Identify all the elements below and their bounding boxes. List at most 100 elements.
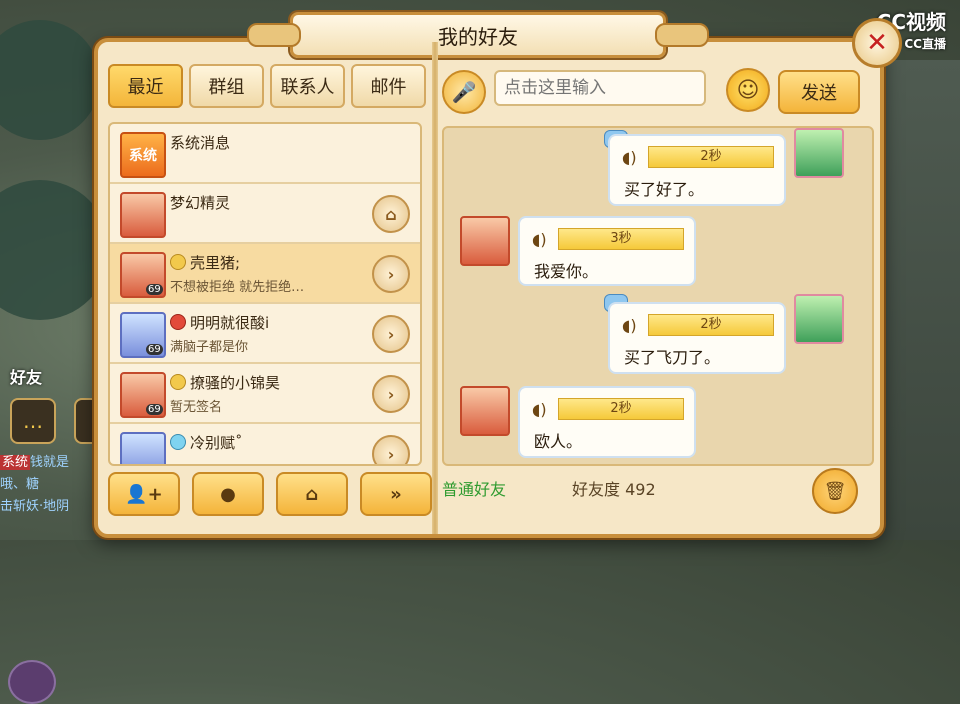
contact-item-selected[interactable]: 69 壳里猪; 不想被拒绝 就先拒绝… › [110, 244, 420, 304]
home-button[interactable]: ⌂ [276, 472, 348, 516]
chat-line: 钱就是 [30, 455, 70, 470]
home-icon: ⌂ [305, 483, 319, 505]
emoji-button[interactable]: ☺ [726, 68, 770, 112]
add-friend-button[interactable]: 👤+ [108, 472, 180, 516]
voice-wave-icon: ◖) [622, 316, 637, 335]
close-button[interactable]: ✕ [852, 18, 902, 68]
chat-pane: 🎤 ☺ 发送 ◖) 2秒 买了好了。 ◖) 3秒 我爱你。 [442, 64, 874, 524]
chevron-right-icon: › [387, 264, 395, 284]
contact-item-system[interactable]: 系统 系统消息 [110, 124, 420, 184]
contact-signature: 满脑子都是你 [170, 340, 249, 355]
guild-emblem-icon [170, 254, 186, 270]
level-badge: 69 [146, 344, 163, 355]
contact-name: 撩骚的小锦昊 [170, 372, 280, 393]
level-badge: 69 [146, 404, 163, 415]
friend-type-label: 普通好友 [442, 480, 507, 499]
voice-wave-icon: ◖) [622, 148, 637, 167]
dialog-title-text: 我的好友 [438, 24, 518, 49]
contacts-pane: 最近 群组 联系人 邮件 系统 系统消息 梦幻精灵 ⌂ 69 壳里猪; 不想被拒… [108, 64, 432, 524]
voice-message-bubble[interactable]: ◖) 3秒 我爱你。 [518, 216, 696, 286]
contact-item-wizard[interactable]: 梦幻精灵 ⌂ [110, 184, 420, 244]
send-button[interactable]: 发送 [778, 70, 860, 114]
contact-name: 明明就很酸i [170, 312, 269, 333]
tab-contacts[interactable]: 联系人 [270, 64, 345, 108]
level-badge: 69 [146, 284, 163, 295]
message-text: 买了飞刀了。 [624, 348, 721, 367]
avatar[interactable] [794, 128, 844, 178]
profile-button[interactable]: ● [192, 472, 264, 516]
avatar [120, 432, 166, 464]
avatar[interactable] [460, 386, 510, 436]
open-chat-button[interactable]: › [372, 255, 410, 293]
system-avatar: 系统 [120, 132, 166, 178]
contact-name-text: 明明就很酸i [190, 314, 270, 332]
chevron-right-icon: › [387, 384, 395, 404]
contact-name: 系统消息 [170, 134, 231, 152]
chat-message-outgoing: ◖) 2秒 买了好了。 [444, 128, 872, 208]
message-input[interactable] [494, 70, 706, 106]
voice-wave-icon: ◖) [532, 400, 547, 419]
microphone-icon: 🎤 [451, 80, 477, 104]
contact-signature: 不想被拒绝 就先拒绝… [170, 280, 305, 295]
open-chat-button[interactable]: › [372, 315, 410, 353]
voice-message-bubble[interactable]: ◖) 2秒 欧人。 [518, 386, 696, 458]
tab-bar: 最近 群组 联系人 邮件 [108, 64, 426, 108]
dialog-title: 我的好友 [247, 12, 709, 58]
voice-duration: 2秒 [648, 314, 774, 336]
contact-list[interactable]: 系统 系统消息 梦幻精灵 ⌂ 69 壳里猪; 不想被拒绝 就先拒绝… › 69 … [108, 122, 422, 466]
trash-icon: 🗑 [823, 480, 847, 502]
message-text: 买了好了。 [624, 180, 705, 199]
chevron-right-icon: › [387, 444, 395, 464]
home-icon: ⌂ [385, 204, 397, 224]
chat-tag: 系统 [0, 455, 31, 470]
smiley-icon: ☺ [736, 77, 760, 103]
tab-mail[interactable]: 邮件 [351, 64, 426, 108]
friend-hud-label[interactable]: 好友 [10, 364, 42, 388]
tab-groups[interactable]: 群组 [189, 64, 264, 108]
more-button[interactable]: » [360, 472, 432, 516]
voice-message-bubble[interactable]: ◖) 2秒 买了飞刀了。 [608, 302, 786, 374]
contact-name-text: 撩骚的小锦昊 [190, 374, 281, 392]
chat-bubble-icon: ● [220, 483, 236, 505]
contact-name: 冷别赋˚ [170, 432, 243, 453]
guild-emblem-icon [170, 314, 186, 330]
voice-wave-icon: ◖) [532, 230, 547, 249]
chat-message-outgoing: ◖) 2秒 买了飞刀了。 [444, 292, 872, 376]
guild-emblem-icon [170, 434, 186, 450]
home-button[interactable]: ⌂ [372, 195, 410, 233]
contact-name-text: 冷别赋˚ [190, 434, 243, 452]
avatar [120, 192, 166, 238]
chevron-right-icon: › [387, 324, 395, 344]
tab-recent[interactable]: 最近 [108, 64, 183, 108]
friendship-degree: 好友度 492 [572, 476, 656, 500]
guild-emblem-icon [170, 374, 186, 390]
open-chat-button[interactable]: › [372, 435, 410, 464]
close-icon: ✕ [866, 28, 888, 58]
contact-name-text: 壳里猪; [190, 254, 241, 272]
open-chat-button[interactable]: › [372, 375, 410, 413]
friendship-label: 好友度 [572, 480, 621, 499]
message-text: 我爱你。 [534, 262, 599, 281]
avatar[interactable] [794, 294, 844, 344]
friends-dialog: 我的好友 ✕ 最近 群组 联系人 邮件 系统 系统消息 梦幻精灵 ⌂ 69 壳里… [94, 12, 902, 538]
contact-name: 壳里猪; [170, 252, 240, 273]
chat-line: 哦、糖 [0, 477, 40, 492]
avatar[interactable] [460, 216, 510, 266]
background-tree [0, 20, 100, 140]
add-user-icon: 👤+ [125, 483, 163, 505]
contact-item[interactable]: 69 明明就很酸i 满脑子都是你 › [110, 304, 420, 364]
contact-item[interactable]: 冷别赋˚ › [110, 424, 420, 464]
voice-input-button[interactable]: 🎤 [442, 70, 486, 114]
friend-hud-avatar[interactable] [8, 660, 56, 704]
chat-bubble-icon[interactable]: … [10, 398, 56, 444]
contact-item[interactable]: 69 撩骚的小锦昊 暂无签名 › [110, 364, 420, 424]
voice-duration: 3秒 [558, 228, 684, 250]
contact-name: 梦幻精灵 [170, 194, 231, 212]
voice-duration: 2秒 [648, 146, 774, 168]
delete-button[interactable]: 🗑 [812, 468, 858, 514]
chat-history[interactable]: ◖) 2秒 买了好了。 ◖) 3秒 我爱你。 ◖) 2秒 买了飞刀了。 ◖) 2… [442, 126, 874, 466]
friendship-value: 492 [625, 480, 656, 499]
background-chat-log: 系统 钱就是 哦、糖 击斩妖·地阴 [0, 452, 100, 518]
voice-message-bubble[interactable]: ◖) 2秒 买了好了。 [608, 134, 786, 206]
message-text: 欧人。 [534, 432, 583, 451]
